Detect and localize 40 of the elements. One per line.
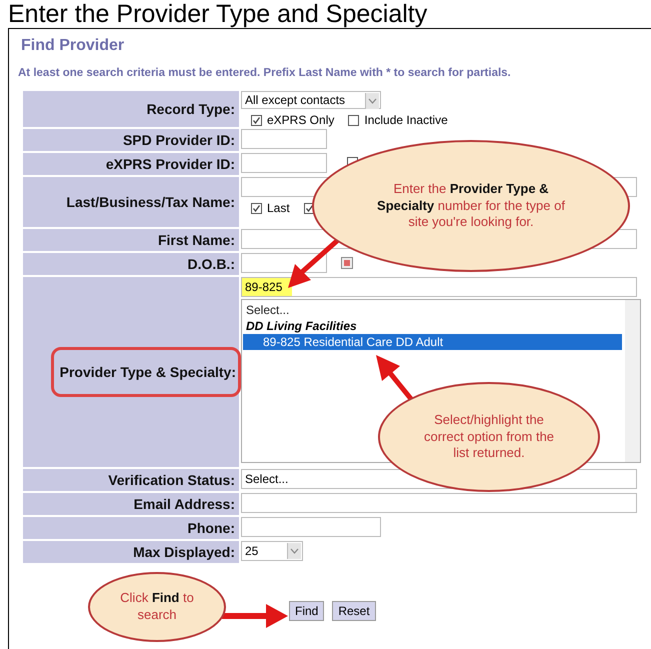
field-label: D.O.B.: [186, 255, 236, 274]
callout-text: Enter the Provider Type & Specialty number for the type of site you're looking for. [376, 180, 566, 232]
field-label: Verification Status: [107, 471, 236, 490]
field-label: Max Displayed: [132, 543, 236, 562]
list-option[interactable]: 89-825 Residential Care DD Adult [243, 334, 622, 350]
option-group-label: DD Living Facilities [245, 318, 358, 334]
form-title: Find Provider [21, 37, 126, 55]
field-label: Record Type: [146, 100, 236, 119]
field-label: eXPRS Provider ID: [104, 155, 236, 174]
input-field[interactable] [241, 517, 381, 537]
dropdown[interactable]: All except contacts [241, 91, 381, 109]
callout-text: Select/highlight the correct option from the list returned. [422, 412, 556, 462]
checkbox[interactable] [304, 202, 315, 214]
form-button[interactable]: Reset [332, 601, 376, 621]
arrow [288, 238, 340, 288]
field-label: Provider Type & Specialty: [50, 347, 241, 397]
dropdown[interactable]: 25 [241, 541, 303, 561]
page-heading: Enter the Provider Type and Specialty [7, 0, 428, 28]
checkbox-label: Include Inactive [364, 113, 448, 127]
checkbox-label: eXPRS Only [267, 113, 334, 127]
field-label: Email Address: [132, 495, 236, 514]
scrollbar[interactable] [625, 300, 640, 462]
field-label: First Name: [156, 231, 236, 250]
field-label: Last/Business/Tax Name: [65, 193, 236, 212]
input-field[interactable] [241, 493, 637, 513]
checkbox[interactable] [251, 114, 262, 126]
notice-text: At least one search criteria must be entered. Prefix Last Name with * to search for partials. [18, 67, 512, 79]
list-option[interactable]: Select... [243, 302, 622, 318]
input-field[interactable] [241, 153, 327, 173]
checkbox[interactable] [251, 202, 262, 214]
search-field[interactable]: 89-825 [241, 277, 637, 297]
form-button[interactable]: Find [289, 601, 324, 621]
input-field[interactable] [241, 129, 327, 149]
checkbox-label: Last [267, 201, 290, 215]
field-label: SPD Provider ID: [122, 131, 236, 150]
calendar-icon[interactable] [341, 257, 353, 269]
field-label: Phone: [186, 519, 236, 538]
checkbox[interactable] [348, 114, 360, 126]
arrow [222, 604, 288, 628]
callout-text: Click Find to search [119, 590, 195, 624]
